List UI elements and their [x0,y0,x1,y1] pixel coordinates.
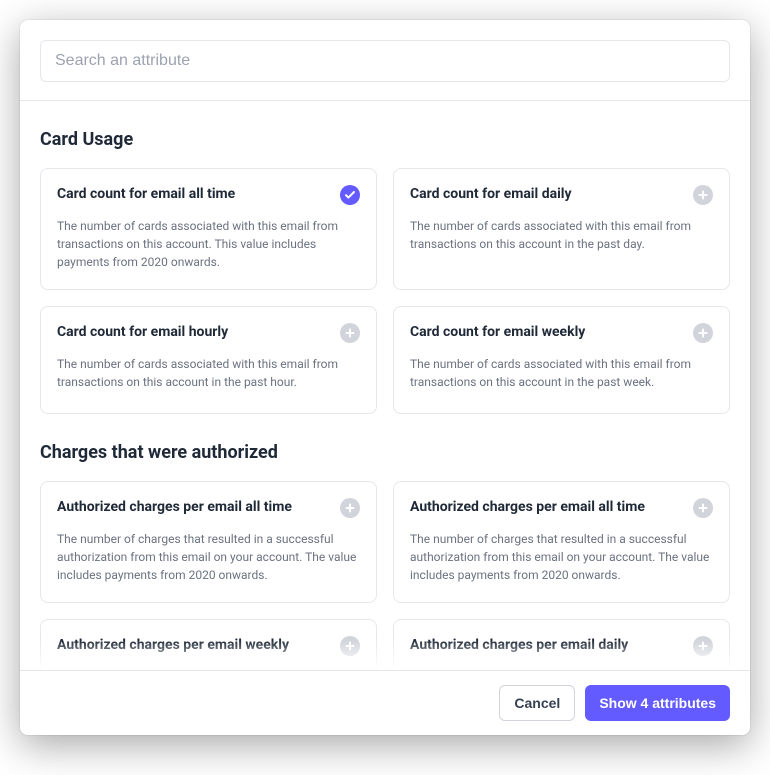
attribute-description: The number of charges that resulted in a… [410,530,713,584]
plus-circle-icon[interactable] [340,636,360,656]
plus-circle-icon[interactable] [693,323,713,343]
section-card-usage: Card Usage Card count for email all time… [40,129,730,414]
attribute-picker-modal: Card Usage Card count for email all time… [20,20,750,735]
content-scroll-area: Card Usage Card count for email all time… [20,101,750,670]
show-attributes-button[interactable]: Show 4 attributes [585,685,730,721]
attribute-card[interactable]: Card count for email daily The number of… [393,168,730,290]
search-bar [20,20,750,101]
attribute-title: Card count for email hourly [57,323,228,341]
plus-circle-icon[interactable] [693,636,713,656]
cancel-button[interactable]: Cancel [499,685,575,721]
check-icon[interactable] [340,185,360,205]
attribute-card[interactable]: Authorized charges per email weekly [40,619,377,670]
attribute-title: Authorized charges per email all time [57,498,292,516]
attribute-card[interactable]: Authorized charges per email daily [393,619,730,670]
section-title-card-usage: Card Usage [40,129,730,150]
attribute-title: Authorized charges per email daily [410,636,628,654]
attribute-title: Card count for email weekly [410,323,585,341]
attribute-card[interactable]: Card count for email hourly The number o… [40,306,377,414]
attribute-card[interactable]: Authorized charges per email all time Th… [40,481,377,603]
attribute-title: Authorized charges per email weekly [57,636,289,654]
plus-circle-icon[interactable] [693,185,713,205]
card-usage-grid: Card count for email all time The number… [40,168,730,414]
plus-circle-icon[interactable] [693,498,713,518]
section-authorized-charges: Charges that were authorized Authorized … [40,442,730,670]
search-input[interactable] [40,40,730,82]
attribute-card[interactable]: Card count for email weekly The number o… [393,306,730,414]
authorized-charges-grid: Authorized charges per email all time Th… [40,481,730,670]
attribute-card[interactable]: Card count for email all time The number… [40,168,377,290]
attribute-description: The number of cards associated with this… [57,355,360,391]
attribute-title: Authorized charges per email all time [410,498,645,516]
attribute-description: The number of cards associated with this… [57,217,360,271]
section-title-authorized-charges: Charges that were authorized [40,442,730,463]
plus-circle-icon[interactable] [340,323,360,343]
attribute-title: Card count for email daily [410,185,572,203]
attribute-card[interactable]: Authorized charges per email all time Th… [393,481,730,603]
modal-footer: Cancel Show 4 attributes [20,670,750,735]
attribute-description: The number of cards associated with this… [410,217,713,253]
attribute-title: Card count for email all time [57,185,235,203]
attribute-description: The number of cards associated with this… [410,355,713,391]
attribute-description: The number of charges that resulted in a… [57,530,360,584]
plus-circle-icon[interactable] [340,498,360,518]
